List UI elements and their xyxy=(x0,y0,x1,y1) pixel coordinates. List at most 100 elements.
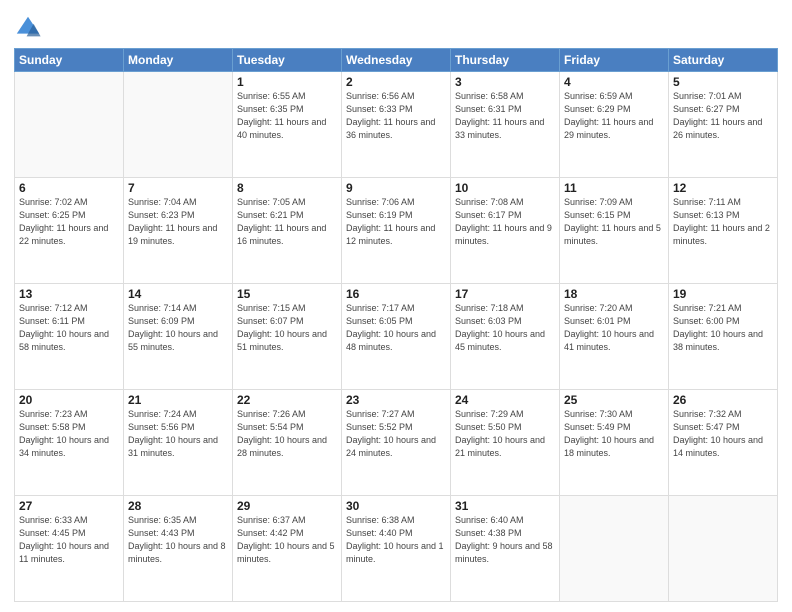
day-info: Sunrise: 7:17 AM Sunset: 6:05 PM Dayligh… xyxy=(346,302,446,354)
day-header-tuesday: Tuesday xyxy=(233,49,342,72)
day-info: Sunrise: 7:09 AM Sunset: 6:15 PM Dayligh… xyxy=(564,196,664,248)
day-info: Sunrise: 7:20 AM Sunset: 6:01 PM Dayligh… xyxy=(564,302,664,354)
calendar-cell: 20Sunrise: 7:23 AM Sunset: 5:58 PM Dayli… xyxy=(15,390,124,496)
day-info: Sunrise: 7:11 AM Sunset: 6:13 PM Dayligh… xyxy=(673,196,773,248)
day-number: 31 xyxy=(455,499,555,513)
page: SundayMondayTuesdayWednesdayThursdayFrid… xyxy=(0,0,792,612)
day-info: Sunrise: 7:15 AM Sunset: 6:07 PM Dayligh… xyxy=(237,302,337,354)
calendar-cell: 17Sunrise: 7:18 AM Sunset: 6:03 PM Dayli… xyxy=(451,284,560,390)
day-info: Sunrise: 6:35 AM Sunset: 4:43 PM Dayligh… xyxy=(128,514,228,566)
day-info: Sunrise: 6:59 AM Sunset: 6:29 PM Dayligh… xyxy=(564,90,664,142)
calendar-cell: 2Sunrise: 6:56 AM Sunset: 6:33 PM Daylig… xyxy=(342,72,451,178)
day-number: 8 xyxy=(237,181,337,195)
day-info: Sunrise: 6:38 AM Sunset: 4:40 PM Dayligh… xyxy=(346,514,446,566)
calendar-cell: 10Sunrise: 7:08 AM Sunset: 6:17 PM Dayli… xyxy=(451,178,560,284)
calendar-cell: 27Sunrise: 6:33 AM Sunset: 4:45 PM Dayli… xyxy=(15,496,124,602)
day-info: Sunrise: 6:40 AM Sunset: 4:38 PM Dayligh… xyxy=(455,514,555,566)
day-number: 18 xyxy=(564,287,664,301)
calendar-week-5: 27Sunrise: 6:33 AM Sunset: 4:45 PM Dayli… xyxy=(15,496,778,602)
day-header-friday: Friday xyxy=(560,49,669,72)
day-number: 9 xyxy=(346,181,446,195)
day-number: 5 xyxy=(673,75,773,89)
day-info: Sunrise: 7:06 AM Sunset: 6:19 PM Dayligh… xyxy=(346,196,446,248)
day-info: Sunrise: 6:56 AM Sunset: 6:33 PM Dayligh… xyxy=(346,90,446,142)
day-info: Sunrise: 6:58 AM Sunset: 6:31 PM Dayligh… xyxy=(455,90,555,142)
day-header-sunday: Sunday xyxy=(15,49,124,72)
day-number: 4 xyxy=(564,75,664,89)
day-number: 16 xyxy=(346,287,446,301)
calendar-cell: 31Sunrise: 6:40 AM Sunset: 4:38 PM Dayli… xyxy=(451,496,560,602)
day-number: 13 xyxy=(19,287,119,301)
header xyxy=(14,10,778,42)
day-number: 23 xyxy=(346,393,446,407)
calendar-cell: 14Sunrise: 7:14 AM Sunset: 6:09 PM Dayli… xyxy=(124,284,233,390)
day-number: 11 xyxy=(564,181,664,195)
day-info: Sunrise: 7:23 AM Sunset: 5:58 PM Dayligh… xyxy=(19,408,119,460)
day-info: Sunrise: 6:55 AM Sunset: 6:35 PM Dayligh… xyxy=(237,90,337,142)
day-info: Sunrise: 7:12 AM Sunset: 6:11 PM Dayligh… xyxy=(19,302,119,354)
day-number: 2 xyxy=(346,75,446,89)
calendar-cell: 7Sunrise: 7:04 AM Sunset: 6:23 PM Daylig… xyxy=(124,178,233,284)
day-number: 24 xyxy=(455,393,555,407)
day-number: 7 xyxy=(128,181,228,195)
day-info: Sunrise: 7:27 AM Sunset: 5:52 PM Dayligh… xyxy=(346,408,446,460)
calendar-cell: 13Sunrise: 7:12 AM Sunset: 6:11 PM Dayli… xyxy=(15,284,124,390)
calendar-cell: 19Sunrise: 7:21 AM Sunset: 6:00 PM Dayli… xyxy=(669,284,778,390)
day-info: Sunrise: 7:18 AM Sunset: 6:03 PM Dayligh… xyxy=(455,302,555,354)
day-number: 22 xyxy=(237,393,337,407)
day-number: 20 xyxy=(19,393,119,407)
calendar-cell: 12Sunrise: 7:11 AM Sunset: 6:13 PM Dayli… xyxy=(669,178,778,284)
calendar-cell: 16Sunrise: 7:17 AM Sunset: 6:05 PM Dayli… xyxy=(342,284,451,390)
day-info: Sunrise: 7:05 AM Sunset: 6:21 PM Dayligh… xyxy=(237,196,337,248)
calendar-cell: 28Sunrise: 6:35 AM Sunset: 4:43 PM Dayli… xyxy=(124,496,233,602)
day-info: Sunrise: 7:02 AM Sunset: 6:25 PM Dayligh… xyxy=(19,196,119,248)
day-number: 30 xyxy=(346,499,446,513)
calendar-cell: 9Sunrise: 7:06 AM Sunset: 6:19 PM Daylig… xyxy=(342,178,451,284)
day-number: 15 xyxy=(237,287,337,301)
logo-icon xyxy=(14,14,42,42)
day-number: 25 xyxy=(564,393,664,407)
calendar-week-2: 6Sunrise: 7:02 AM Sunset: 6:25 PM Daylig… xyxy=(15,178,778,284)
calendar-cell: 22Sunrise: 7:26 AM Sunset: 5:54 PM Dayli… xyxy=(233,390,342,496)
calendar-cell: 8Sunrise: 7:05 AM Sunset: 6:21 PM Daylig… xyxy=(233,178,342,284)
day-info: Sunrise: 7:01 AM Sunset: 6:27 PM Dayligh… xyxy=(673,90,773,142)
day-info: Sunrise: 7:04 AM Sunset: 6:23 PM Dayligh… xyxy=(128,196,228,248)
calendar-week-1: 1Sunrise: 6:55 AM Sunset: 6:35 PM Daylig… xyxy=(15,72,778,178)
calendar-cell: 25Sunrise: 7:30 AM Sunset: 5:49 PM Dayli… xyxy=(560,390,669,496)
day-info: Sunrise: 7:26 AM Sunset: 5:54 PM Dayligh… xyxy=(237,408,337,460)
day-number: 14 xyxy=(128,287,228,301)
calendar-header-row: SundayMondayTuesdayWednesdayThursdayFrid… xyxy=(15,49,778,72)
calendar-cell: 23Sunrise: 7:27 AM Sunset: 5:52 PM Dayli… xyxy=(342,390,451,496)
calendar-cell xyxy=(560,496,669,602)
day-info: Sunrise: 7:08 AM Sunset: 6:17 PM Dayligh… xyxy=(455,196,555,248)
calendar-cell: 29Sunrise: 6:37 AM Sunset: 4:42 PM Dayli… xyxy=(233,496,342,602)
day-info: Sunrise: 7:14 AM Sunset: 6:09 PM Dayligh… xyxy=(128,302,228,354)
calendar-cell xyxy=(669,496,778,602)
day-info: Sunrise: 7:21 AM Sunset: 6:00 PM Dayligh… xyxy=(673,302,773,354)
day-header-saturday: Saturday xyxy=(669,49,778,72)
day-info: Sunrise: 7:24 AM Sunset: 5:56 PM Dayligh… xyxy=(128,408,228,460)
day-number: 17 xyxy=(455,287,555,301)
calendar-cell xyxy=(15,72,124,178)
logo xyxy=(14,14,44,42)
calendar-cell: 18Sunrise: 7:20 AM Sunset: 6:01 PM Dayli… xyxy=(560,284,669,390)
day-number: 3 xyxy=(455,75,555,89)
day-number: 1 xyxy=(237,75,337,89)
calendar-cell: 1Sunrise: 6:55 AM Sunset: 6:35 PM Daylig… xyxy=(233,72,342,178)
day-info: Sunrise: 7:30 AM Sunset: 5:49 PM Dayligh… xyxy=(564,408,664,460)
calendar-cell xyxy=(124,72,233,178)
calendar-cell: 15Sunrise: 7:15 AM Sunset: 6:07 PM Dayli… xyxy=(233,284,342,390)
day-number: 26 xyxy=(673,393,773,407)
calendar-week-3: 13Sunrise: 7:12 AM Sunset: 6:11 PM Dayli… xyxy=(15,284,778,390)
day-header-thursday: Thursday xyxy=(451,49,560,72)
day-number: 28 xyxy=(128,499,228,513)
calendar-cell: 11Sunrise: 7:09 AM Sunset: 6:15 PM Dayli… xyxy=(560,178,669,284)
day-info: Sunrise: 7:32 AM Sunset: 5:47 PM Dayligh… xyxy=(673,408,773,460)
calendar-cell: 4Sunrise: 6:59 AM Sunset: 6:29 PM Daylig… xyxy=(560,72,669,178)
calendar-cell: 24Sunrise: 7:29 AM Sunset: 5:50 PM Dayli… xyxy=(451,390,560,496)
calendar-cell: 26Sunrise: 7:32 AM Sunset: 5:47 PM Dayli… xyxy=(669,390,778,496)
calendar-table: SundayMondayTuesdayWednesdayThursdayFrid… xyxy=(14,48,778,602)
day-number: 29 xyxy=(237,499,337,513)
calendar-cell: 30Sunrise: 6:38 AM Sunset: 4:40 PM Dayli… xyxy=(342,496,451,602)
day-number: 21 xyxy=(128,393,228,407)
